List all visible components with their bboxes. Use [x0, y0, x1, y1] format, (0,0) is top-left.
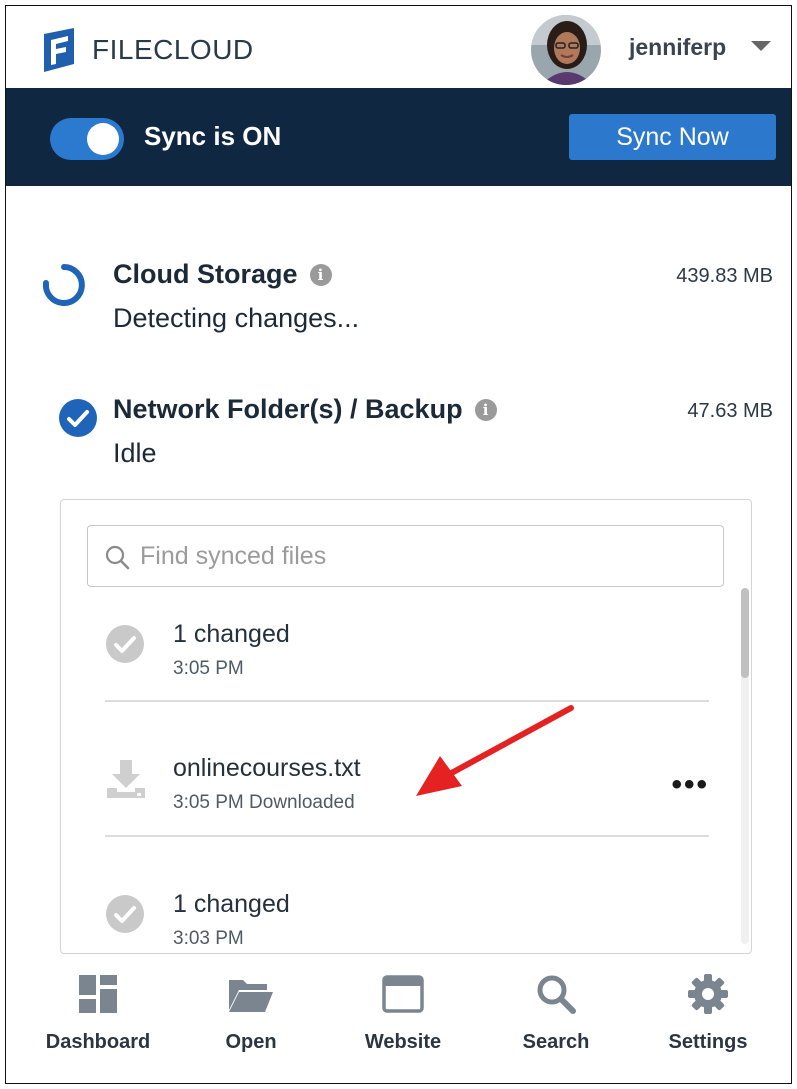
filecloud-logo-icon [44, 28, 74, 72]
info-icon[interactable]: i [474, 398, 497, 421]
divider [105, 835, 709, 837]
cloud-storage-title: Cloud Storage i [113, 259, 332, 290]
nav-settings[interactable]: Settings [643, 966, 773, 1054]
folder-open-icon [229, 980, 273, 1012]
check-circle-icon [59, 399, 97, 437]
more-options-icon[interactable]: ••• [671, 768, 709, 802]
nav-label: Settings [668, 1031, 748, 1053]
list-item-title: onlinecourses.txt [173, 754, 361, 782]
list-item-title: 1 changed [173, 620, 290, 648]
list-item-time: 3:05 PM [173, 658, 244, 679]
check-circle-icon [106, 625, 144, 663]
divider [105, 700, 709, 702]
sync-bar: Sync is ON Sync Now [6, 88, 791, 186]
toggle-knob [87, 123, 119, 155]
check-circle-icon [106, 895, 144, 933]
filecloud-logo: FILECLOUD [40, 26, 254, 74]
download-icon [107, 760, 145, 798]
username[interactable]: jenniferp [629, 34, 726, 61]
annotation-arrow-icon [416, 705, 574, 796]
spinner-icon [42, 264, 85, 306]
sync-status-label: Sync is ON [144, 121, 282, 151]
nav-website[interactable]: Website [338, 966, 468, 1054]
cloud-storage-row: Cloud Storage i Detecting changes... 439… [6, 251, 791, 351]
browser-window-icon [382, 975, 424, 1013]
nav-open[interactable]: Open [186, 966, 316, 1054]
cloud-storage-status: Detecting changes... [113, 303, 360, 333]
list-item-title: 1 changed [173, 890, 290, 918]
avatar[interactable] [531, 15, 601, 85]
network-folder-title: Network Folder(s) / Backup i [113, 394, 497, 425]
app-window: FILECLOUD jenniferp Sync is ON Sync Now [5, 5, 792, 1084]
chevron-down-icon[interactable] [751, 41, 771, 51]
logo-text: FILECLOUD [92, 34, 254, 65]
list-item[interactable]: 1 changed 3:03 PM [105, 865, 709, 953]
nav-label: Website [364, 1031, 442, 1053]
network-folder-status: Idle [113, 438, 157, 468]
network-folder-row: Network Folder(s) / Backup i Idle 47.63 … [6, 388, 791, 488]
nav-label: Dashboard [45, 1031, 151, 1053]
list-item-time: 3:03 PM [173, 928, 244, 949]
search-icon [537, 975, 576, 1014]
nav-search[interactable]: Search [491, 966, 621, 1054]
sync-toggle[interactable] [50, 118, 124, 160]
search-icon [105, 545, 130, 570]
header: FILECLOUD jenniferp [6, 6, 791, 88]
nav-label: Open [225, 1031, 277, 1053]
nav-dashboard[interactable]: Dashboard [33, 966, 163, 1054]
bottom-nav: Dashboard Open Website Search Settings [6, 966, 791, 1083]
list-item-time: 3:05 PM Downloaded [173, 792, 355, 813]
search-input[interactable] [140, 538, 700, 574]
scrollbar-thumb[interactable] [741, 588, 749, 678]
sync-now-button[interactable]: Sync Now [569, 114, 776, 160]
gear-icon [688, 974, 728, 1014]
search-box[interactable] [87, 525, 724, 587]
cloud-storage-size: 439.83 MB [676, 265, 773, 287]
info-icon[interactable]: i [309, 263, 332, 286]
dashboard-icon [79, 975, 117, 1013]
nav-label: Search [522, 1031, 590, 1053]
network-folder-size: 47.63 MB [687, 400, 773, 422]
